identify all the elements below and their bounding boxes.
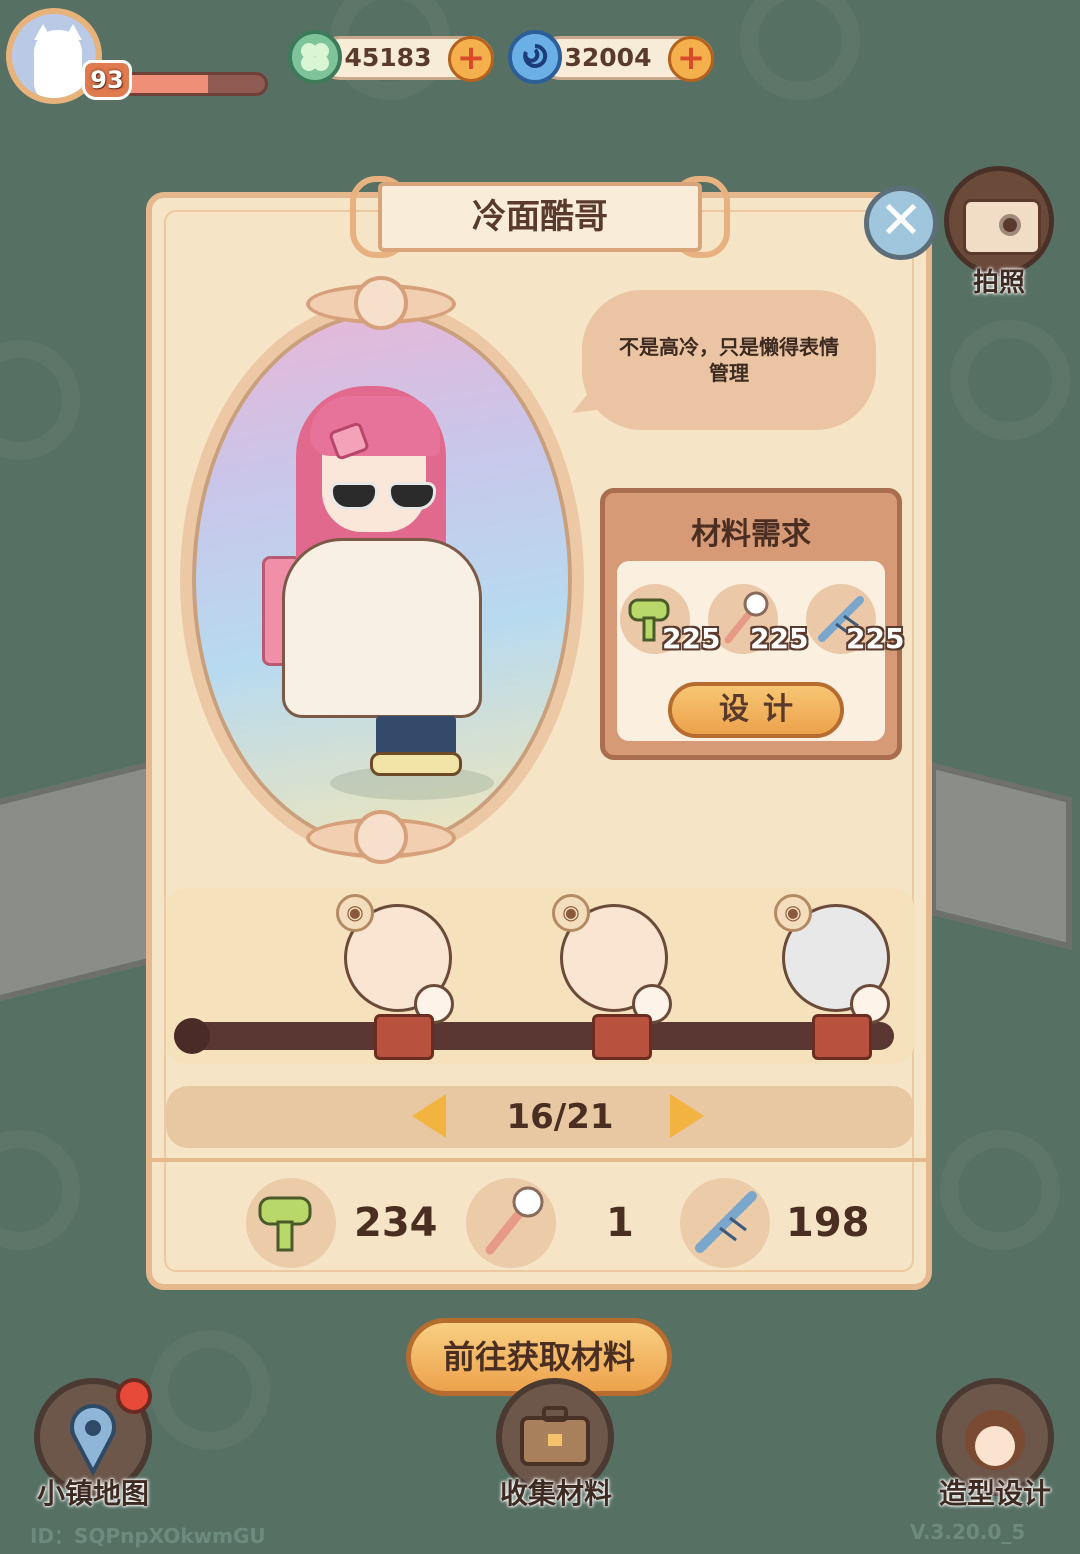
- materials-title: 材料需求: [691, 517, 811, 552]
- town-map-label: 小镇地图: [36, 1477, 149, 1510]
- background-pattern: [0, 1130, 80, 1250]
- level-progress-fill: [123, 75, 209, 93]
- currency-clover: 45183 +: [288, 30, 498, 84]
- next-arrow-icon[interactable]: [670, 1094, 704, 1138]
- add-gem-button[interactable]: +: [668, 36, 714, 82]
- preview-eye-icon[interactable]: ◉: [336, 894, 374, 932]
- character-cape: [282, 538, 482, 718]
- speech-bubble: 不是高冷，只是懒得表情管理: [582, 290, 876, 430]
- gift-box-icon[interactable]: [592, 1014, 652, 1060]
- background-pattern: [940, 1130, 1060, 1250]
- player-id: ID：SQPnpXOkwmGU: [30, 1524, 266, 1548]
- inventory-count: 1: [606, 1200, 634, 1246]
- collect-materials-label: 收集材料: [499, 1477, 612, 1510]
- style-design-label: 造型设计: [938, 1477, 1051, 1510]
- swirl-gem-icon: [508, 30, 562, 84]
- comb-icon: [680, 1178, 770, 1268]
- close-button[interactable]: ✕: [864, 186, 938, 260]
- camera-icon: [963, 199, 1041, 255]
- app-version: V.3.20.0_5: [910, 1520, 1026, 1544]
- inventory-count: 234: [354, 1200, 438, 1246]
- material-required-count: 225: [662, 622, 721, 655]
- material-required-count: 225: [846, 622, 905, 655]
- costume-title: 冷面酷哥: [378, 182, 702, 252]
- preview-eye-icon[interactable]: ◉: [774, 894, 812, 932]
- prev-arrow-icon[interactable]: [412, 1094, 446, 1138]
- currency-gem: 32004 +: [508, 30, 718, 84]
- sunglasses-icon: [330, 482, 438, 510]
- makeup-brush-icon: [466, 1178, 556, 1268]
- material-required-count: 225: [750, 622, 809, 655]
- level-badge: 93: [82, 60, 132, 100]
- display-platform-right: [930, 762, 1072, 950]
- notification-dot: [116, 1378, 152, 1414]
- background-pattern: [150, 1330, 270, 1450]
- character-shoes: [370, 752, 462, 776]
- level-progress-bar: [120, 72, 268, 96]
- character-pants: [376, 716, 456, 756]
- background-pattern: [0, 340, 80, 460]
- background-pattern: [950, 320, 1070, 440]
- character-bangs: [310, 396, 440, 456]
- add-clover-button[interactable]: +: [448, 36, 494, 82]
- hair-dryer-icon: [246, 1178, 336, 1268]
- camera-button[interactable]: [944, 166, 1054, 276]
- inventory-divider: [152, 1158, 928, 1162]
- flower-ornament-icon: [354, 810, 408, 864]
- gift-box-icon[interactable]: [374, 1014, 434, 1060]
- design-button[interactable]: 设计: [668, 682, 844, 738]
- page-indicator: 16/21: [506, 1097, 614, 1137]
- clover-coin-icon: [288, 30, 342, 84]
- camera-label: 拍照: [972, 268, 1025, 298]
- progress-knob: [174, 1018, 210, 1054]
- progress-track: [174, 1022, 894, 1050]
- background-pattern: [740, 0, 860, 100]
- cat-avatar-icon: [34, 30, 82, 98]
- flower-ornament-icon: [354, 276, 408, 330]
- gift-box-icon[interactable]: [812, 1014, 872, 1060]
- preview-eye-icon[interactable]: ◉: [552, 894, 590, 932]
- inventory-count: 198: [786, 1200, 870, 1246]
